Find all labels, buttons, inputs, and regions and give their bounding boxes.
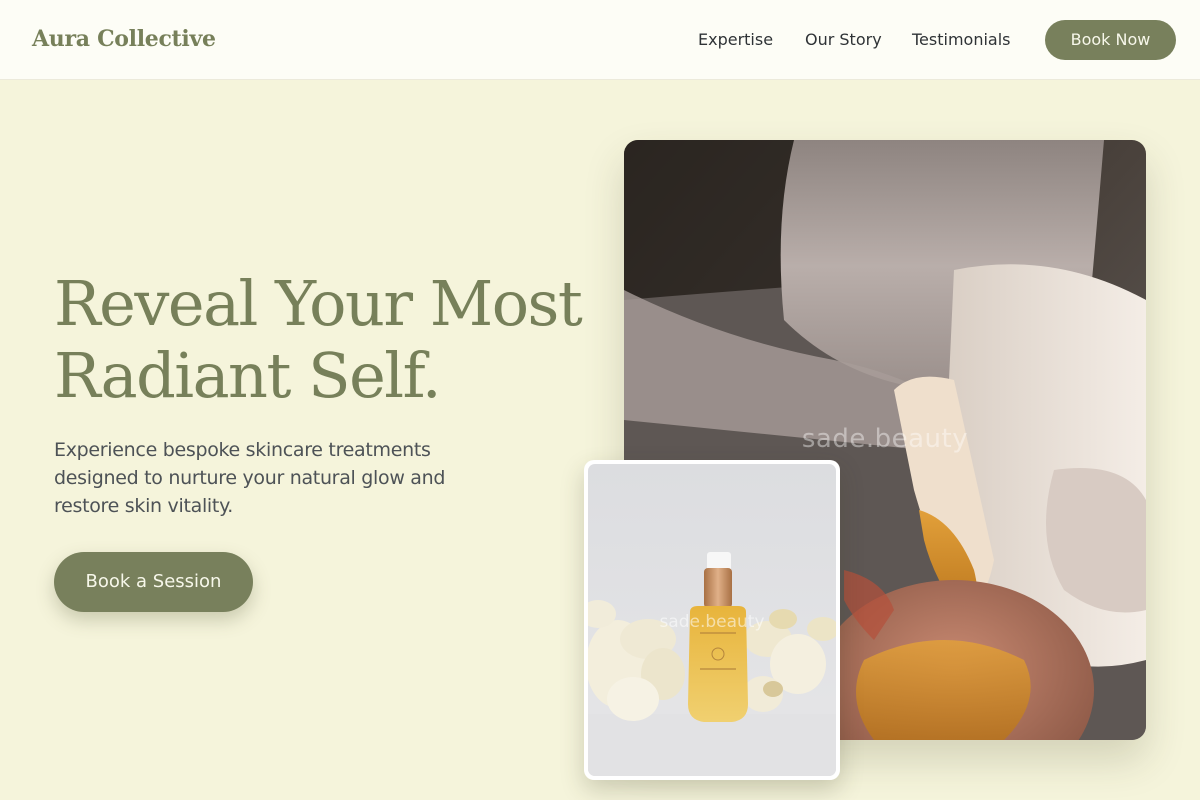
- hero-subtitle: Experience bespoke skincare treatments d…: [54, 439, 446, 517]
- nav-link-expertise[interactable]: Expertise: [698, 29, 773, 51]
- product-watermark: sade.beauty: [659, 612, 765, 632]
- book-now-button[interactable]: Book Now: [1045, 20, 1176, 60]
- hero-title-line-2: Radiant Self.: [54, 339, 442, 412]
- hero-title: Reveal Your Most Radiant Self.: [54, 268, 614, 412]
- site-header: Aura Collective Expertise Our Story Test…: [0, 0, 1200, 80]
- image-watermark: sade.beauty: [801, 424, 969, 454]
- nav-link-testimonials[interactable]: Testimonials: [912, 29, 1011, 51]
- nav-link-our-story[interactable]: Our Story: [805, 29, 882, 51]
- book-session-button[interactable]: Book a Session: [54, 552, 253, 612]
- product-photo-card: sade.beauty: [584, 460, 840, 780]
- hero-title-line-1: Reveal Your Most: [54, 267, 583, 340]
- brand-logo[interactable]: Aura Collective: [32, 26, 216, 52]
- product-photo: sade.beauty: [588, 464, 836, 776]
